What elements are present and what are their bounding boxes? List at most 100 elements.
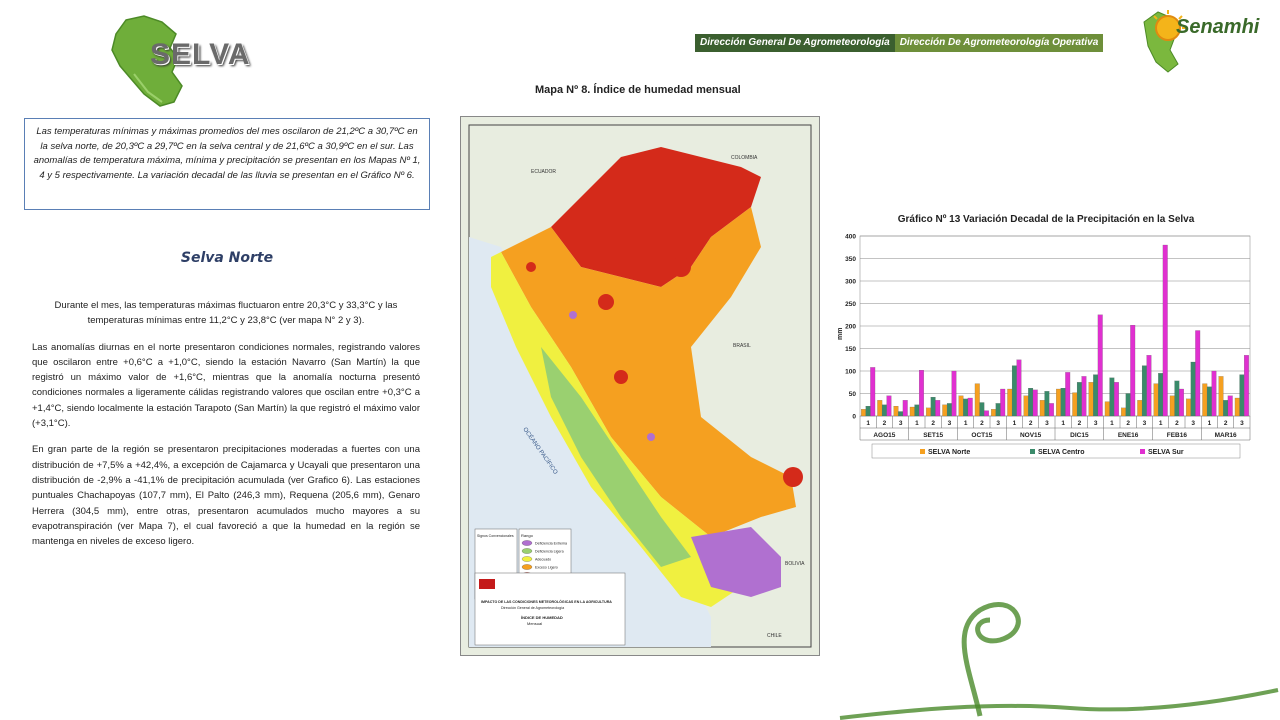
chart-legend-swatch <box>920 449 925 454</box>
chart-x-tick-label: 1 <box>866 420 870 427</box>
chart-legend-label: SELVA Norte <box>928 449 970 456</box>
chart-bar <box>1169 395 1175 417</box>
chart-x-tick-label: 1 <box>964 420 968 427</box>
chart-bar <box>909 406 915 417</box>
chart-bar <box>893 406 899 417</box>
chart-month-label: MAR16 <box>1215 432 1237 439</box>
map-legend-swatch <box>521 548 533 554</box>
chart-bar <box>1114 382 1119 417</box>
chart-bar <box>1039 400 1045 417</box>
map-label-brasil: BRASIL <box>733 343 751 349</box>
chart-bar <box>1186 398 1191 417</box>
chart-bar <box>1076 382 1082 417</box>
map-period: Mensual <box>527 621 542 626</box>
chart-bar <box>1202 383 1208 417</box>
intro-summary: Las temperaturas mínimas y máximas prome… <box>24 118 430 210</box>
map-legend-title: Rango <box>521 533 534 538</box>
chart-month-label: AGO15 <box>873 432 895 439</box>
chart-bar <box>1088 382 1094 417</box>
chart-month-label: ENE16 <box>1118 432 1139 439</box>
chart-bar <box>886 395 892 417</box>
chart-x-tick-label: 1 <box>1208 420 1212 427</box>
org-primary: Dirección General De Agrometeorología <box>695 34 895 52</box>
chart-bar <box>1223 400 1229 417</box>
chart-x-tick-label: 1 <box>915 420 919 427</box>
chart-bar <box>1244 355 1249 417</box>
chart-bar <box>967 397 973 417</box>
region-title: SELVA <box>150 38 251 71</box>
chart-bar <box>995 403 1001 417</box>
chart-bar <box>1044 391 1050 417</box>
chart-title: Gráfico Nº 13 Variación Decadal de la Pr… <box>898 214 1195 225</box>
chart-bar <box>1137 400 1143 417</box>
map-legend-label: Deficiencia Extrema <box>535 542 567 546</box>
chart-bar <box>1218 376 1224 417</box>
chart-x-tick-label: 2 <box>1126 420 1130 427</box>
chart-month-label: DIC15 <box>1070 432 1089 439</box>
chart-bar <box>1056 388 1061 417</box>
chart-bar <box>1211 370 1217 417</box>
chart-legend-swatch <box>1030 449 1035 454</box>
map-legend-label: Deficiencia Ligera <box>535 550 564 554</box>
chart-y-tick-label: 300 <box>845 279 856 286</box>
map-title: Mapa Nº 8. Índice de humedad mensual <box>535 84 741 96</box>
chart-x-tick-label: 2 <box>1224 420 1228 427</box>
chart-y-tick-label: 150 <box>845 346 856 353</box>
chart-bar <box>881 404 887 417</box>
chart-x-tick-label: 2 <box>883 420 887 427</box>
chart-bar <box>898 411 904 417</box>
chart-y-tick-label: 400 <box>845 234 856 241</box>
chart-y-tick-label: 50 <box>849 391 857 398</box>
chart-x-tick-label: 2 <box>1078 420 1082 427</box>
chart-month-label: NOV15 <box>1020 432 1042 439</box>
chart-bar <box>1104 401 1110 417</box>
chart-x-tick-label: 3 <box>1045 420 1049 427</box>
chart-bar <box>1121 407 1126 417</box>
org-secondary: Dirección De Agrometeorología Operativa <box>894 34 1104 52</box>
chart-x-tick-label: 1 <box>1159 420 1163 427</box>
senamhi-wordmark: Senamhi <box>1176 16 1260 38</box>
chart-bar <box>1109 377 1115 417</box>
chart-bar <box>963 398 969 417</box>
chart-x-tick-label: 2 <box>1175 420 1179 427</box>
map-signs-title: Signos Convencionales <box>477 534 514 538</box>
chart-bar <box>1081 376 1087 417</box>
chart-bar <box>1016 359 1022 417</box>
chart-bar <box>1146 355 1152 417</box>
chart-x-tick-label: 3 <box>899 420 903 427</box>
chart-legend-label: SELVA Sur <box>1148 449 1184 456</box>
chart-x-tick-label: 2 <box>1029 420 1033 427</box>
chart-bar <box>1162 244 1168 417</box>
chart-bar <box>861 409 866 417</box>
org-header-bar: Dirección General De Agrometeorología Di… <box>695 34 1104 52</box>
chart-bar <box>958 395 964 417</box>
chart-bar <box>1190 361 1196 417</box>
chart-bar <box>1023 395 1029 417</box>
chart-x-tick-label: 1 <box>1013 420 1017 427</box>
chart-ylabel: mm <box>837 328 844 340</box>
map-box-subtitle: Dirección General de Agrometeorología <box>501 606 564 610</box>
chart-bar <box>902 400 908 417</box>
chart-bar <box>1007 388 1013 417</box>
chart-bar <box>942 404 948 417</box>
chart-y-tick-label: 350 <box>845 256 856 263</box>
chart-legend-label: SELVA Centro <box>1038 449 1085 456</box>
chart-bar <box>877 400 883 417</box>
chart-bar <box>919 370 924 417</box>
chart-bar <box>991 409 996 417</box>
chart-y-tick-label: 0 <box>852 414 856 421</box>
chart-month-label: OCT15 <box>971 432 992 439</box>
chart-y-tick-label: 200 <box>845 324 856 331</box>
humidity-index-map: ECUADOR COLOMBIA BRASIL BOLIVIA CHILE OC… <box>460 116 820 656</box>
chart-bar <box>1141 365 1147 417</box>
chart-y-tick-label: 100 <box>845 369 856 376</box>
chart-bar <box>979 402 985 417</box>
paragraph: En gran parte de la región se presentaro… <box>32 444 420 548</box>
chart-x-tick-label: 3 <box>1094 420 1098 427</box>
chart-bar <box>1093 374 1099 417</box>
chart-bar <box>1130 324 1136 417</box>
chart-bar <box>951 370 957 417</box>
chart-bar <box>865 406 871 417</box>
chart-bar <box>1125 393 1131 417</box>
chart-bar <box>1011 365 1017 417</box>
